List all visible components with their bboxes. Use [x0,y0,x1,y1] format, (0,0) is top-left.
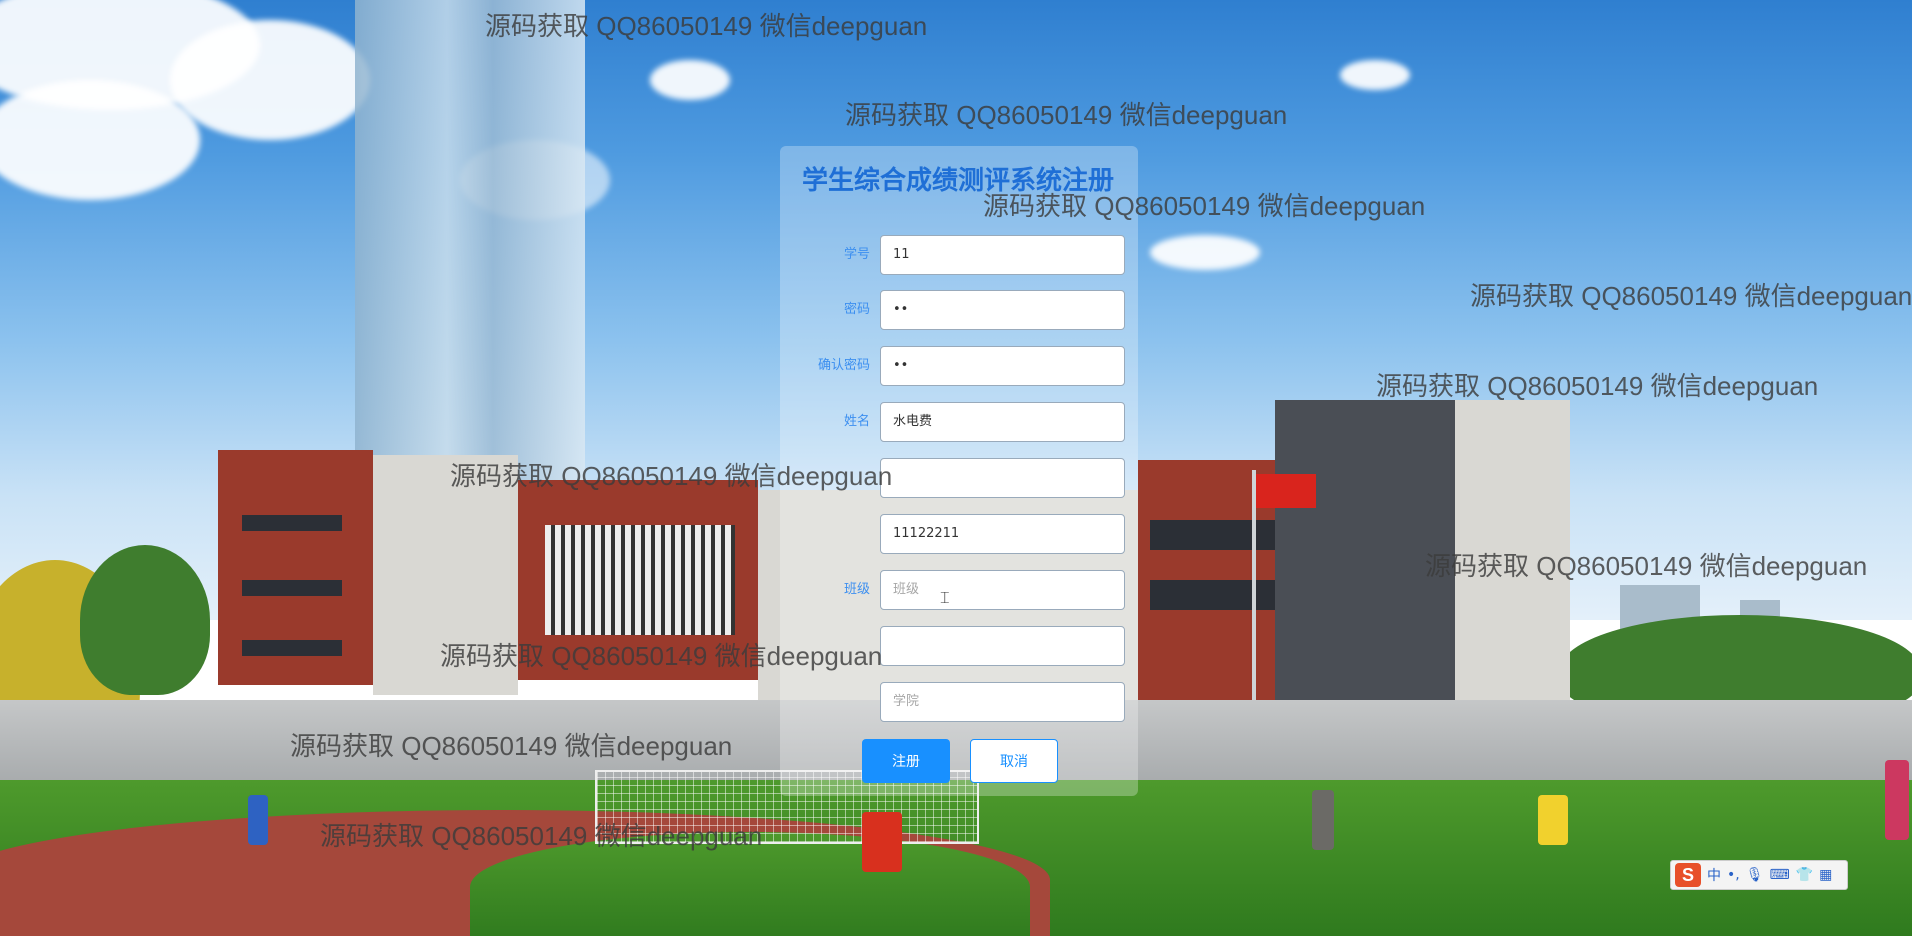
college-input[interactable]: 学院 [880,682,1125,722]
field-label: 确认密码 [817,358,870,373]
china-flag [1256,474,1316,508]
cloud [1340,60,1410,90]
watermark-text: 源码获取 QQ86050149 微信deepguan [320,821,763,851]
form-row-6: 11122211 [800,514,1125,554]
field-label [800,514,870,554]
text-cursor-icon: ⌶ [940,588,950,607]
class-input[interactable]: 班级 [880,570,1125,610]
person-figure [1312,790,1334,850]
watermark-text: 源码获取 QQ86050149 微信deepguan [1425,551,1868,581]
ime-toolbar[interactable]: S 中 •, 🎙 ⌨ 👕 ▦ [1670,860,1848,890]
watermark-text: 源码获取 QQ86050149 微信deepguan [845,100,1288,130]
field-label: 班级 [843,582,870,597]
watermark-text: 源码获取 QQ86050149 微信deepguan [440,641,883,671]
student-id-input[interactable]: 11 [880,235,1125,275]
name-input[interactable]: 水电费 [880,402,1125,442]
cloud [170,20,370,140]
glass-tower [355,0,585,480]
register-button[interactable]: 注册 [862,739,950,783]
cloud [650,60,730,100]
form-row-student-id: 学号 11 [800,235,1125,275]
microphone-icon[interactable]: 🎙 [1746,867,1764,883]
child-figure [248,795,268,845]
field-label: 密码 [843,302,870,317]
cloud [1150,235,1260,270]
keyboard-icon[interactable]: ⌨ [1770,867,1790,883]
form-input-5[interactable] [880,458,1125,498]
toolbox-icon[interactable]: ▦ [1819,867,1832,883]
form-row-name: 姓名 水电费 [800,402,1125,442]
watermark-text: 源码获取 QQ86050149 微信deepguan [1470,281,1912,311]
window-row [242,640,342,656]
field-label [800,682,870,722]
child-figure [862,812,902,872]
watermark-text: 源码获取 QQ86050149 微信deepguan [485,11,928,41]
cancel-button[interactable]: 取消 [970,739,1058,783]
watermark-text: 源码获取 QQ86050149 微信deepguan [983,191,1426,221]
window-row [242,580,342,596]
form-input-6[interactable]: 11122211 [880,514,1125,554]
field-label: 学号 [843,247,870,262]
toy-car [1538,795,1568,845]
password-input[interactable]: •• [880,290,1125,330]
form-row-confirm-password: 确认密码 •• [800,346,1125,386]
tree [80,545,210,695]
field-label: 姓名 [843,414,870,429]
form-row-password: 密码 •• [800,290,1125,330]
ime-mode-toggle[interactable]: 中 [1707,865,1721,885]
watermark-text: 源码获取 QQ86050149 微信deepguan [290,731,733,761]
form-row-class: 班级 班级 [800,570,1125,610]
confirm-password-input[interactable]: •• [880,346,1125,386]
watermark-text: 源码获取 QQ86050149 微信deepguan [1376,371,1819,401]
facade-louvers [545,525,735,635]
sogou-logo-icon[interactable]: S [1675,863,1701,887]
form-row-college: 学院 [800,682,1125,722]
form-input-8[interactable] [880,626,1125,666]
skin-icon[interactable]: 👕 [1796,867,1813,883]
window-row [242,515,342,531]
person-figure [1885,760,1909,840]
punctuation-icon[interactable]: •, [1727,867,1740,883]
watermark-text: 源码获取 QQ86050149 微信deepguan [450,461,893,491]
